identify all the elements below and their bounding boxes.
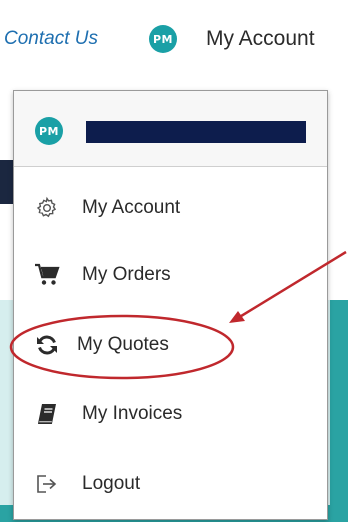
cart-icon [34,262,60,288]
menu-avatar: PM [35,117,63,145]
logout-icon [34,471,60,497]
refresh-icon [34,332,60,358]
redacted-user-name [86,121,306,143]
menu-item-label: My Orders [82,264,171,285]
menu-item-my-invoices[interactable]: My Invoices [14,389,327,439]
menu-item-label: My Quotes [77,334,169,355]
menu-item-label: My Invoices [82,403,183,424]
gear-icon [34,195,60,221]
contact-us-link[interactable]: Contact Us [4,28,98,50]
avatar[interactable]: PM [149,25,177,53]
menu-item-my-orders[interactable]: My Orders [14,250,327,300]
menu-item-logout[interactable]: Logout [14,459,327,509]
menu-item-label: My Account [82,197,181,218]
background-page-accent [330,300,348,522]
menu-item-my-account[interactable]: My Account [14,183,327,233]
book-icon [34,401,60,427]
menu-item-my-quotes[interactable]: My Quotes [14,320,327,370]
top-header: Contact Us PM My Account [0,0,348,78]
my-account-link[interactable]: My Account [206,27,315,51]
menu-item-label: Logout [82,473,141,494]
menu-user-header: PM [14,91,327,167]
account-dropdown-menu: PM My Account My Orders My Quotes My Inv… [13,90,328,520]
